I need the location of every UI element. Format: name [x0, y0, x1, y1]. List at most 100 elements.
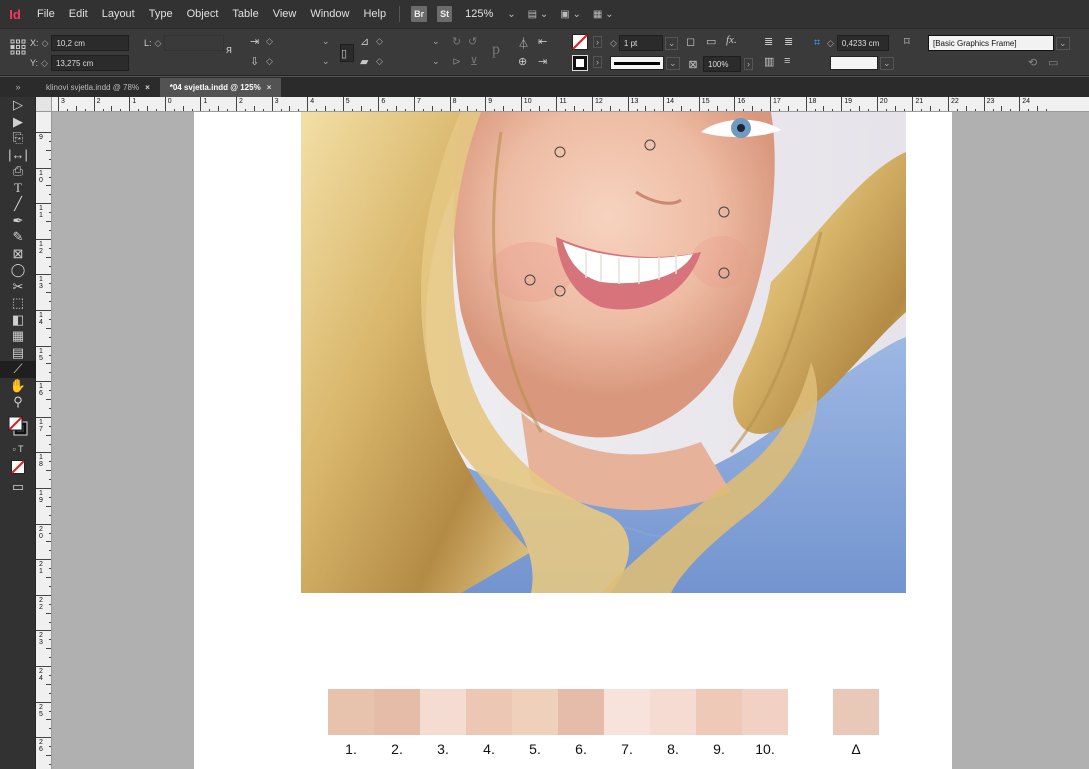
stroke-style-dropdown-icon[interactable]: ⌄: [880, 56, 894, 70]
rotate-ccw-icon[interactable]: ↺: [468, 35, 482, 48]
skin-swatch-1[interactable]: [328, 689, 374, 735]
fill-stroke-swatch-icon[interactable]: [0, 411, 36, 441]
pencil-tool-icon[interactable]: ✎: [0, 229, 36, 246]
stroke-type-dropdown-icon[interactable]: ⌄: [666, 56, 680, 70]
gap-tool-icon[interactable]: |↔|: [0, 147, 36, 164]
menu-layout[interactable]: Layout: [95, 8, 142, 20]
pen-tool-icon[interactable]: ✒: [0, 213, 36, 230]
skin-swatch-6[interactable]: [558, 689, 604, 735]
gap-stepper-icon[interactable]: ◇: [827, 38, 834, 49]
selection-tool-icon[interactable]: ▷: [0, 97, 36, 114]
scale-y-stepper-icon[interactable]: ◇: [266, 56, 273, 67]
skin-swatch-9[interactable]: [696, 689, 742, 735]
arrange-documents-icon[interactable]: ▦ ⌄: [593, 9, 614, 20]
opacity-dropdown-icon[interactable]: ›: [744, 58, 753, 70]
vertical-ruler[interactable]: 9 1 0 1 1 1 2 1 3 1 4 1 5 1 6 1 7 1 8 1 9 2 0 2 1 2 2…: [36, 112, 52, 769]
drop-shadow-icon[interactable]: ◻: [686, 35, 700, 48]
gradient-swatch-tool-icon[interactable]: ◧: [0, 312, 36, 329]
select-container-icon[interactable]: ⏃: [518, 35, 532, 51]
zoom-tool-icon[interactable]: ⚲: [0, 394, 36, 411]
y-stepper-icon[interactable]: ◇: [41, 58, 48, 69]
ellipse-tool-icon[interactable]: ◯: [0, 262, 36, 279]
width-stepper-icon[interactable]: ◇: [155, 38, 162, 49]
skin-swatch-4[interactable]: [466, 689, 512, 735]
formatting-container-icon[interactable]: ▫ T: [0, 441, 36, 458]
select-next-icon[interactable]: ⇥: [538, 55, 552, 68]
rotation-dropdown-icon[interactable]: ⌄: [432, 36, 440, 47]
note-tool-icon[interactable]: ▤: [0, 345, 36, 362]
x-position-field[interactable]: 10,2 cm: [51, 35, 130, 51]
close-tab-icon[interactable]: ×: [145, 83, 150, 92]
portrait-photo-frame[interactable]: [301, 112, 906, 593]
direct-selection-tool-icon[interactable]: ▶: [0, 114, 36, 131]
eyedropper-tool-icon[interactable]: ⟋: [0, 361, 36, 378]
content-collector-icon[interactable]: ⎙: [0, 163, 36, 180]
collapse-toolbox-icon[interactable]: »: [0, 82, 36, 92]
skin-swatch-10[interactable]: [742, 689, 788, 735]
screen-mode-icon[interactable]: ▭: [0, 477, 36, 497]
skin-swatch-7[interactable]: [604, 689, 650, 735]
shear-dropdown-icon[interactable]: ⌄: [432, 56, 440, 67]
stroke-dropdown-icon[interactable]: ›: [593, 56, 602, 68]
skin-swatch-5[interactable]: [512, 689, 558, 735]
stroke-weight-dropdown-icon[interactable]: ⌄: [664, 36, 679, 50]
stroke-style-field[interactable]: [830, 56, 878, 70]
clear-overrides-icon[interactable]: ⟲: [1028, 56, 1042, 69]
pasteboard[interactable]: 1. 2. 3. 4. 5. 6. 7. 8. 9. 10. Δ: [52, 112, 1089, 769]
skin-swatch-2[interactable]: [374, 689, 420, 735]
rotate-cw-icon[interactable]: ↻: [452, 35, 466, 48]
close-tab-icon[interactable]: ×: [267, 83, 272, 92]
align-left-icon[interactable]: ≣: [764, 35, 778, 48]
constrain-link-icon[interactable]: ᴙ: [226, 44, 240, 56]
stock-button[interactable]: St: [437, 6, 453, 22]
tab-klinovi-svjetla[interactable]: klinovi svjetla.indd @ 78% ×: [36, 78, 160, 97]
view-options-icon[interactable]: ▤ ⌄: [528, 9, 549, 20]
panel-menu-icon[interactable]: ▭: [1048, 56, 1062, 69]
rotation-stepper-icon[interactable]: ◇: [376, 36, 383, 47]
line-tool-icon[interactable]: ╱: [0, 196, 36, 213]
y-position-field[interactable]: 13,275 cm: [50, 55, 129, 71]
shear-stepper-icon[interactable]: ◇: [376, 56, 383, 67]
select-previous-icon[interactable]: ⇤: [538, 35, 552, 48]
zoom-dropdown-icon[interactable]: ⌄: [507, 9, 515, 20]
stroke-weight-stepper-icon[interactable]: ◇: [610, 38, 617, 49]
hand-tool-icon[interactable]: ✋: [0, 378, 36, 395]
menu-table[interactable]: Table: [225, 8, 265, 20]
distribute-center-icon[interactable]: ≡: [784, 55, 798, 67]
stroke-weight-field[interactable]: 1 pt: [618, 35, 663, 51]
document-page[interactable]: 1. 2. 3. 4. 5. 6. 7. 8. 9. 10. Δ: [194, 112, 952, 769]
gap-field[interactable]: 0,4233 cm: [836, 35, 889, 51]
select-content-icon[interactable]: ⊕: [518, 55, 532, 68]
rectangle-frame-tool-icon[interactable]: ⊠: [0, 246, 36, 263]
stroke-swatch-icon[interactable]: [572, 55, 588, 71]
scale-y-dropdown-icon[interactable]: ⌄: [322, 56, 330, 67]
page-tool-icon[interactable]: ⎘: [0, 130, 36, 147]
skin-swatch-3[interactable]: [420, 689, 466, 735]
frame-fitting-icon[interactable]: ▭: [706, 35, 720, 48]
width-field[interactable]: [164, 35, 225, 51]
scale-x-dropdown-icon[interactable]: ⌄: [322, 36, 330, 47]
type-tool-icon[interactable]: T: [0, 180, 36, 197]
bridge-button[interactable]: Br: [411, 6, 428, 22]
menu-edit[interactable]: Edit: [62, 8, 95, 20]
zoom-level[interactable]: 125%: [457, 8, 501, 20]
screen-mode-icon[interactable]: ▣ ⌄: [560, 9, 581, 20]
scale-x-stepper-icon[interactable]: ◇: [266, 36, 273, 47]
stroke-type-field[interactable]: [610, 56, 664, 70]
gradient-feather-tool-icon[interactable]: ▦: [0, 328, 36, 345]
fill-dropdown-icon[interactable]: ›: [593, 36, 602, 48]
fill-none-swatch-icon[interactable]: [572, 34, 588, 50]
free-transform-tool-icon[interactable]: ⬚: [0, 295, 36, 312]
menu-object[interactable]: Object: [180, 8, 226, 20]
flip-vertical-icon[interactable]: ⊻: [470, 55, 484, 68]
scissors-tool-icon[interactable]: ✂: [0, 279, 36, 296]
ruler-origin[interactable]: [36, 97, 52, 112]
menu-view[interactable]: View: [266, 8, 304, 20]
effects-fx-icon[interactable]: fx.: [726, 34, 740, 46]
align-center-icon[interactable]: ≣: [784, 35, 798, 48]
object-style-dropdown-icon[interactable]: ⌄: [1056, 36, 1070, 50]
menu-help[interactable]: Help: [356, 8, 393, 20]
skin-swatch-average[interactable]: [833, 689, 879, 735]
menu-file[interactable]: File: [30, 8, 62, 20]
horizontal-ruler[interactable]: 3 2 1 0 1 2 3 4 5 6 7 8 9 10 11 12 13 14 15 16 17 18 19 20 21 22 2…: [52, 97, 1089, 112]
